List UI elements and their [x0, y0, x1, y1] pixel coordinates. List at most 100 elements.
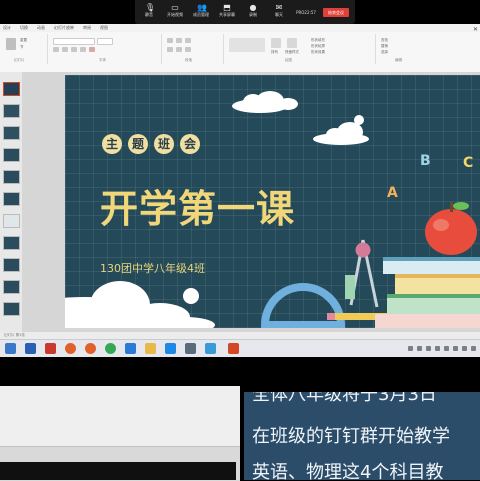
tray-icon[interactable]: [462, 346, 467, 351]
share-icon: ⬒: [223, 3, 231, 12]
slide-thumbnail[interactable]: [3, 302, 20, 316]
font-color-icon[interactable]: [89, 47, 95, 52]
theme-badge: 会: [180, 134, 200, 154]
shape-outline-button[interactable]: 形状轮廓: [311, 44, 325, 49]
tab-transitions[interactable]: 切换: [20, 25, 28, 31]
start-icon[interactable]: [5, 343, 16, 354]
dot-icon: [354, 115, 364, 125]
microphone-icon: 🎙: [145, 3, 156, 12]
slide-thumbnail[interactable]: [3, 192, 20, 206]
shape-fill-button[interactable]: 形状填充: [311, 38, 325, 43]
arrange-icon[interactable]: [271, 38, 281, 48]
cloud-icon: [65, 281, 215, 328]
tray-icon[interactable]: [471, 346, 476, 351]
tray-icon[interactable]: [435, 346, 440, 351]
slide-thumbnail[interactable]: [3, 236, 20, 250]
shape-effects-button[interactable]: 形状效果: [311, 50, 325, 55]
slide-thumbnail[interactable]: [3, 148, 20, 162]
font-name-dropdown[interactable]: [53, 38, 95, 45]
books-icon: [375, 257, 480, 328]
chrome-icon[interactable]: [105, 343, 116, 354]
word-icon[interactable]: [25, 343, 36, 354]
find-button[interactable]: 查找: [381, 38, 388, 43]
media-icon[interactable]: [125, 343, 136, 354]
share-screen-button[interactable]: ⬒ 共享屏幕: [217, 2, 237, 22]
align-center-icon[interactable]: [176, 47, 182, 52]
tray-icon[interactable]: [444, 346, 449, 351]
explorer-icon[interactable]: [165, 343, 176, 354]
bold-icon[interactable]: [53, 47, 59, 52]
decor-letter-b: B: [420, 153, 431, 169]
arrange-button[interactable]: 排列: [271, 50, 278, 55]
tray-icon[interactable]: [426, 346, 431, 351]
status-bar: 幻灯片 第1张: [0, 332, 480, 339]
record-button[interactable]: ● 录制: [243, 2, 263, 22]
underline-icon[interactable]: [71, 47, 77, 52]
section-button[interactable]: 节: [20, 45, 24, 50]
new-slide-icon[interactable]: [6, 38, 16, 50]
tab-design[interactable]: 设计: [3, 25, 11, 31]
select-button[interactable]: 选择: [381, 50, 388, 55]
notice-line: 在班级的钉钉群开始教学: [252, 426, 450, 447]
theme-badge: 题: [128, 134, 148, 154]
group-label-editing: 编辑: [395, 58, 402, 62]
slide-thumbnail[interactable]: [3, 82, 20, 96]
record-icon: ●: [249, 3, 257, 12]
italic-icon[interactable]: [62, 47, 68, 52]
numbering-icon[interactable]: [176, 38, 182, 43]
tab-animations[interactable]: 动画: [37, 25, 45, 31]
slide-thumbnail[interactable]: [3, 258, 20, 272]
tray-icon[interactable]: [408, 346, 413, 351]
font-size-dropdown[interactable]: [97, 38, 113, 45]
app-icon[interactable]: [205, 343, 216, 354]
shapes-gallery[interactable]: [229, 38, 265, 52]
slide-thumbnail[interactable]: [3, 170, 20, 184]
indent-icon[interactable]: [185, 38, 191, 43]
group-label-slides: 幻灯片: [14, 58, 25, 62]
end-meeting-button[interactable]: 结束会议: [323, 7, 349, 17]
align-left-icon[interactable]: [167, 47, 173, 52]
reset-button[interactable]: 重置: [20, 38, 27, 43]
firefox-icon[interactable]: [85, 343, 96, 354]
slide-thumbnail[interactable]: [3, 280, 20, 294]
taskbar: [0, 339, 480, 357]
mute-button[interactable]: 🎙 静音: [139, 2, 159, 22]
glue-icon: [345, 275, 355, 299]
slide-thumbnail-pane: [0, 72, 22, 332]
notice-line: 全体八年级将于3月3日: [252, 392, 437, 405]
firefox-icon[interactable]: [65, 343, 76, 354]
apple-icon: [425, 202, 477, 255]
powerpoint-icon[interactable]: [228, 343, 239, 354]
tab-view[interactable]: 视图: [100, 25, 108, 31]
ribbon: 重置 节 幻灯片 字体 段落 排列 快速样式 形状填充 形状轮廓 形状效果 绘图…: [0, 32, 480, 73]
tray-icon[interactable]: [453, 346, 458, 351]
video-button[interactable]: ▭ 开始视频: [165, 2, 185, 22]
group-label-font: 字体: [99, 58, 106, 62]
slide-class-text[interactable]: 130团中学八年级4班: [100, 260, 205, 276]
tab-slideshow[interactable]: 幻灯片放映: [54, 25, 74, 31]
replace-button[interactable]: 替换: [381, 44, 388, 49]
decor-letter-a: A: [387, 185, 398, 201]
camera-icon: ▭: [171, 3, 179, 12]
app-icon[interactable]: [185, 343, 196, 354]
chat-button[interactable]: ✉ 聊天: [269, 2, 289, 22]
slide-thumbnail[interactable]: [3, 214, 20, 228]
tab-review[interactable]: 审阅: [83, 25, 91, 31]
tray-icon[interactable]: [417, 346, 422, 351]
quick-styles-button[interactable]: 快速样式: [285, 50, 299, 55]
participants-button[interactable]: 👥 成员管理: [191, 2, 211, 22]
ribbon-tab-bar: 设计 切换 动画 幻灯片放映 审阅 视图: [0, 24, 480, 32]
quick-styles-icon[interactable]: [287, 38, 297, 48]
align-right-icon[interactable]: [185, 47, 191, 52]
strikethrough-icon[interactable]: [80, 47, 86, 52]
bullets-icon[interactable]: [167, 38, 173, 43]
share-label: 共享屏幕: [219, 12, 235, 17]
slide-thumbnail[interactable]: [3, 104, 20, 118]
record-label: 录制: [249, 12, 257, 17]
slide-thumbnail[interactable]: [3, 126, 20, 140]
slide-title[interactable]: 开学第一课: [100, 178, 295, 233]
theme-badge: 班: [154, 134, 174, 154]
wps-icon[interactable]: [45, 343, 56, 354]
folder-icon[interactable]: [145, 343, 156, 354]
meeting-toolbar: 🎙 静音 ▭ 开始视频 👥 成员管理 ⬒ 共享屏幕 ● 录制 ✉ 聊天 PRO22:57 结…: [135, 0, 355, 24]
